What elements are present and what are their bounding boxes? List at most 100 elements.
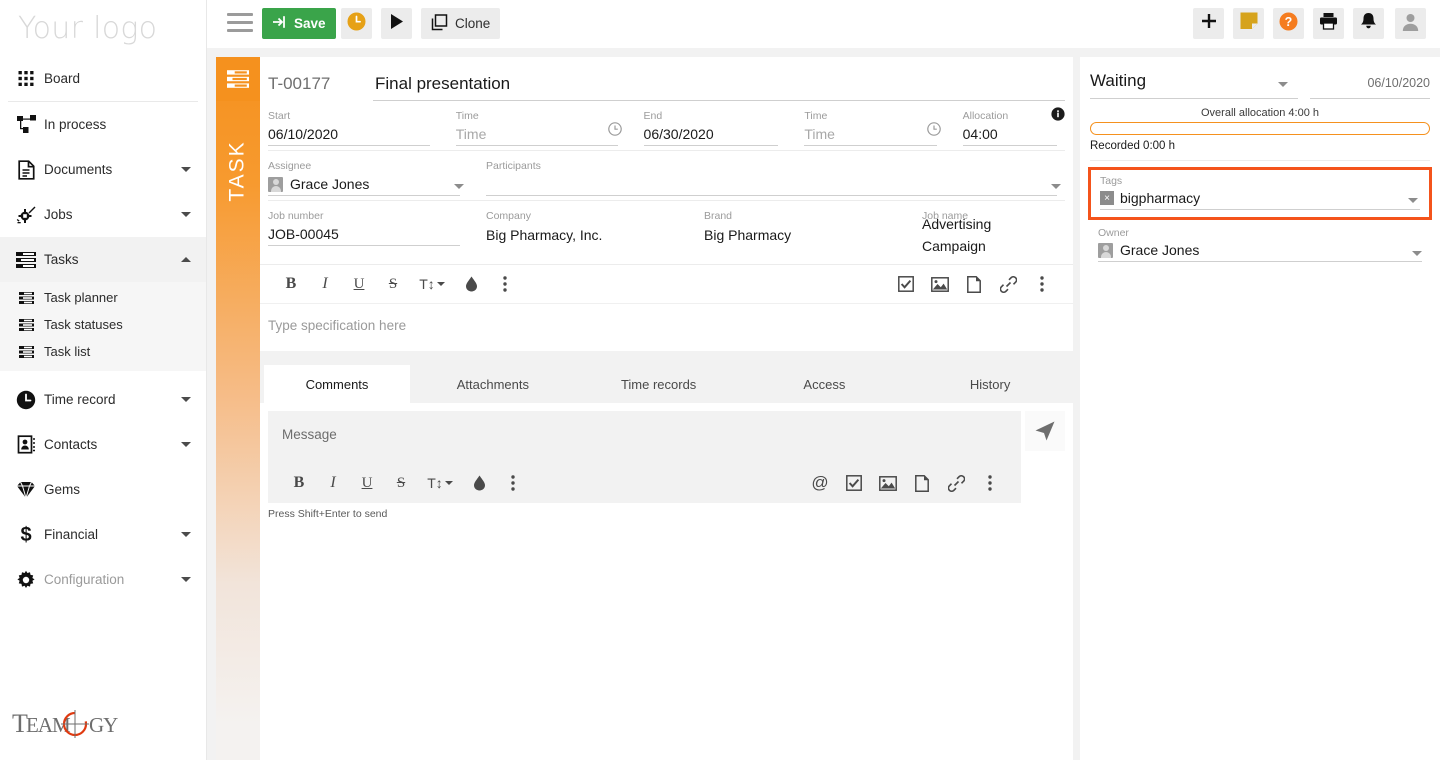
- link-icon[interactable]: [991, 275, 1025, 293]
- more-options-icon[interactable]: [973, 475, 1007, 491]
- sidebar-item-configuration[interactable]: Configuration: [0, 557, 206, 602]
- comment-input-box[interactable]: Message B I U S T↕ @: [268, 411, 1021, 503]
- italic-icon[interactable]: I: [308, 275, 342, 293]
- more-options-icon[interactable]: [1025, 276, 1059, 292]
- tab-history[interactable]: History: [907, 365, 1073, 403]
- sidebar-item-gems[interactable]: Gems: [0, 467, 206, 512]
- field-value[interactable]: 06/30/2020: [643, 123, 779, 146]
- specification-input[interactable]: Type specification here: [260, 304, 1073, 351]
- text-color-icon[interactable]: [462, 475, 496, 491]
- notifications-button[interactable]: [1353, 8, 1384, 39]
- strikethrough-icon[interactable]: S: [384, 475, 418, 492]
- task-module-tab[interactable]: [216, 57, 260, 101]
- tab-access[interactable]: Access: [741, 365, 908, 403]
- text-color-icon[interactable]: [454, 276, 488, 292]
- bold-icon[interactable]: B: [274, 275, 308, 293]
- strikethrough-icon[interactable]: S: [376, 276, 410, 293]
- clone-button[interactable]: Clone: [421, 8, 501, 39]
- more-options-icon[interactable]: [488, 276, 522, 292]
- field-value[interactable]: 04:00: [962, 123, 1057, 146]
- help-button[interactable]: ?: [1273, 8, 1304, 39]
- owner-value-wrap[interactable]: Grace Jones: [1098, 239, 1422, 262]
- user-avatar-button[interactable]: [1395, 8, 1426, 39]
- sidebar-item-documents[interactable]: Documents: [0, 147, 206, 192]
- bold-icon[interactable]: B: [282, 474, 316, 492]
- sidebar-item-tasks[interactable]: Tasks: [0, 237, 206, 282]
- notes-button[interactable]: [1233, 8, 1264, 39]
- play-button[interactable]: [381, 8, 412, 39]
- chevron-down-icon[interactable]: [181, 397, 191, 402]
- info-icon[interactable]: [1051, 107, 1065, 126]
- file-icon[interactable]: [957, 275, 991, 293]
- save-button[interactable]: Save: [262, 8, 336, 39]
- chevron-down-icon[interactable]: [454, 184, 464, 189]
- field-placeholder[interactable]: Time: [804, 123, 937, 146]
- clock-icon[interactable]: [607, 122, 622, 141]
- tags-value[interactable]: × bigpharmacy: [1100, 187, 1420, 210]
- start-date-field[interactable]: Start 06/10/2020: [268, 101, 438, 146]
- checklist-icon[interactable]: [889, 276, 923, 292]
- underline-icon[interactable]: U: [342, 276, 376, 293]
- send-comment-button[interactable]: [1025, 411, 1065, 451]
- sidebar-item-contacts[interactable]: Contacts: [0, 422, 206, 467]
- sidebar-item-board[interactable]: Board: [0, 56, 206, 101]
- field-value-wrap[interactable]: Grace Jones: [268, 173, 460, 196]
- add-button[interactable]: [1193, 8, 1224, 39]
- underline-icon[interactable]: U: [350, 475, 384, 492]
- tab-attachments[interactable]: Attachments: [410, 365, 576, 403]
- job-number-field[interactable]: Job number JOB-00045: [268, 201, 468, 246]
- mention-icon[interactable]: @: [803, 473, 837, 493]
- file-icon[interactable]: [905, 474, 939, 492]
- checklist-icon[interactable]: [837, 475, 871, 491]
- chevron-down-icon[interactable]: [1412, 251, 1422, 256]
- field-value[interactable]: JOB-00045: [268, 223, 460, 246]
- assignee-field[interactable]: Assignee Grace Jones: [268, 151, 468, 196]
- chevron-down-icon[interactable]: [181, 577, 191, 582]
- chevron-down-icon[interactable]: [1408, 198, 1418, 203]
- tab-time-records[interactable]: Time records: [575, 365, 742, 403]
- image-icon[interactable]: [871, 475, 905, 491]
- chevron-up-icon[interactable]: [181, 257, 191, 262]
- tab-comments[interactable]: Comments: [264, 365, 410, 403]
- sidebar-item-in-process[interactable]: In process: [0, 102, 206, 147]
- chevron-down-icon[interactable]: [181, 442, 191, 447]
- participants-field[interactable]: Participants: [486, 151, 1065, 196]
- sidebar-item-financial[interactable]: $ Financial: [0, 512, 206, 557]
- sidebar-item-time-record[interactable]: Time record: [0, 377, 206, 422]
- italic-icon[interactable]: I: [316, 474, 350, 492]
- more-options-icon[interactable]: [496, 475, 530, 491]
- comment-input[interactable]: Message: [268, 411, 1021, 463]
- sidebar-item-task-planner[interactable]: Task planner: [0, 284, 206, 311]
- field-label: Brand: [704, 210, 733, 222]
- sidebar-item-task-statuses[interactable]: Task statuses: [0, 311, 206, 338]
- status-dropdown[interactable]: Waiting: [1090, 71, 1298, 99]
- clock-icon[interactable]: [926, 122, 941, 141]
- tags-field-highlight[interactable]: Tags × bigpharmacy: [1088, 167, 1432, 220]
- allocation-field[interactable]: Allocation 04:00: [962, 101, 1065, 146]
- timer-button[interactable]: [341, 8, 372, 39]
- tag-remove-button[interactable]: ×: [1100, 191, 1114, 205]
- chevron-down-icon[interactable]: [1051, 184, 1061, 189]
- chevron-down-icon[interactable]: [181, 532, 191, 537]
- sidebar-item-jobs[interactable]: Jobs: [0, 192, 206, 237]
- start-time-field[interactable]: Time Time: [455, 101, 626, 146]
- task-title-input[interactable]: Final presentation: [373, 74, 1065, 101]
- end-date-field[interactable]: End 06/30/2020: [643, 101, 787, 146]
- chevron-down-icon[interactable]: [181, 167, 191, 172]
- font-size-icon[interactable]: T↕: [418, 475, 462, 491]
- end-time-field[interactable]: Time Time: [804, 101, 944, 146]
- print-button[interactable]: [1313, 8, 1344, 39]
- link-icon[interactable]: [939, 474, 973, 492]
- sidebar-item-task-list[interactable]: Task list: [0, 338, 206, 365]
- status-date[interactable]: 06/10/2020: [1310, 76, 1430, 99]
- field-value[interactable]: 06/10/2020: [268, 123, 430, 146]
- image-icon[interactable]: [923, 276, 957, 292]
- chevron-down-icon[interactable]: [1278, 82, 1288, 87]
- font-size-icon[interactable]: T↕: [410, 276, 454, 292]
- hamburger-icon[interactable]: [227, 13, 253, 33]
- chevron-down-icon[interactable]: [181, 212, 191, 217]
- field-placeholder[interactable]: Time: [455, 123, 618, 146]
- field-value[interactable]: [486, 173, 1057, 196]
- brand-logo[interactable]: Your logo: [0, 0, 206, 56]
- owner-field[interactable]: Owner Grace Jones: [1098, 223, 1422, 262]
